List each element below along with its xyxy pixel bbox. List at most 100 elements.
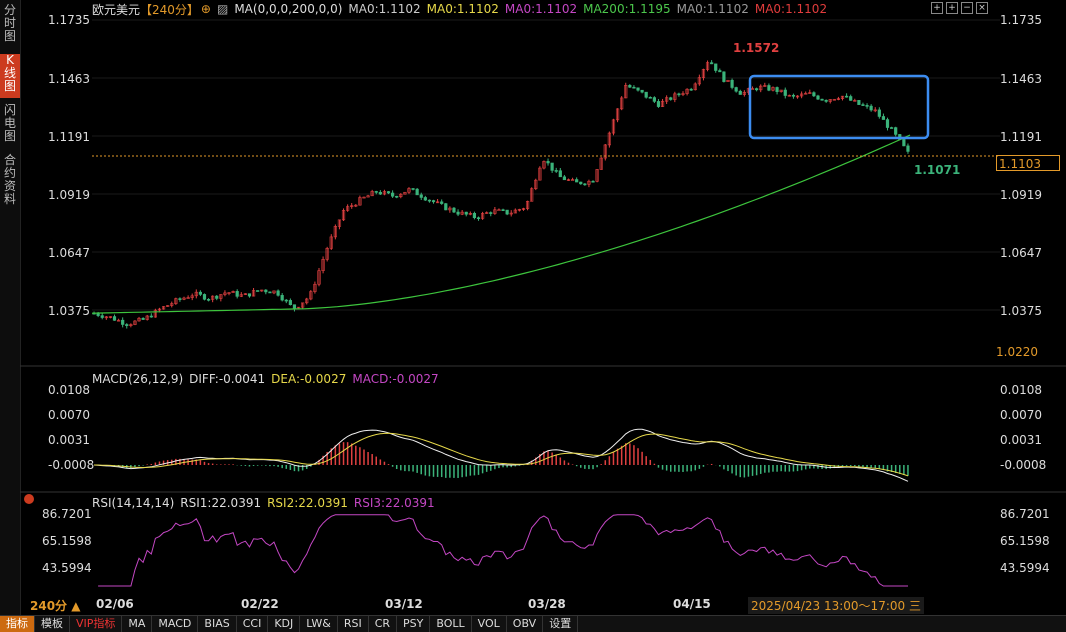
candle-body	[767, 85, 771, 91]
candle-body	[423, 197, 427, 201]
candle-body	[292, 304, 297, 310]
candle-body	[497, 209, 501, 212]
candle-body	[865, 105, 869, 107]
candle-body	[652, 97, 656, 102]
candle-body	[824, 99, 828, 102]
rsi-legend: RSI(14,14,14) RSI1:22.0391 RSI2:22.0391 …	[92, 495, 435, 511]
candle-body	[284, 299, 288, 302]
candle-body	[820, 98, 824, 101]
candle-body	[501, 209, 505, 212]
candle-body	[206, 299, 211, 301]
candle-body	[718, 70, 722, 73]
candle-body	[264, 289, 268, 293]
price-axis-left-6: 1.0375	[48, 304, 90, 318]
candle-body	[125, 324, 129, 326]
candle-body	[869, 105, 873, 111]
tab-obv[interactable]: OBV	[507, 616, 544, 632]
tab-settings[interactable]: 设置	[543, 616, 579, 632]
candle-body	[554, 170, 558, 172]
candle-body	[558, 170, 562, 178]
tab-indicators[interactable]: 指标	[0, 616, 35, 632]
candle-body	[783, 89, 787, 96]
rsi-title: RSI(14,14,14)	[92, 496, 175, 510]
macd-legend: MACD(26,12,9) DIFF:-0.0041 DEA:-0.0027 M…	[92, 371, 439, 387]
candle-body	[714, 63, 718, 71]
candle-body	[456, 211, 460, 215]
candle-body	[562, 176, 566, 181]
candle-body	[440, 201, 444, 204]
tab-boll[interactable]: BOLL	[430, 616, 472, 632]
candle-body	[906, 145, 910, 152]
date-tick-1: 02/06	[96, 597, 134, 611]
candle-body	[386, 191, 391, 194]
candle-body	[583, 183, 587, 186]
tab-rsi[interactable]: RSI	[338, 616, 369, 632]
rsi-axis-left-1: 86.7201	[42, 507, 92, 521]
candle-body	[816, 95, 820, 100]
tab-vip-indicators[interactable]: VIP指标	[70, 616, 123, 632]
candle-body	[288, 300, 292, 305]
candle-body	[755, 88, 759, 91]
macd-histogram	[97, 442, 909, 478]
tab-macd[interactable]: MACD	[152, 616, 199, 632]
macd-axis-right-3: 0.0031	[1000, 433, 1042, 447]
rsi-settings-icon[interactable]	[24, 494, 34, 504]
candle-body	[648, 96, 652, 99]
tab-templates[interactable]: 模板	[35, 616, 70, 632]
tab-cr[interactable]: CR	[369, 616, 398, 632]
candle-body	[791, 94, 796, 97]
rsi-line	[98, 514, 908, 587]
rsi-axis-right-3: 43.5994	[1000, 561, 1050, 575]
candle-body	[877, 109, 881, 117]
tab-kdj[interactable]: KDJ	[268, 616, 301, 632]
candle-body	[141, 317, 145, 320]
price-axis-left-2: 1.1463	[48, 72, 90, 86]
bottom-price-tag: 1.0220	[996, 345, 1038, 359]
candle-body	[632, 86, 636, 89]
candle-body	[628, 85, 632, 88]
macd-axis-left-1: 0.0108	[48, 383, 90, 397]
candle-body	[734, 87, 738, 92]
price-axis-right-4: 1.0919	[1000, 188, 1042, 202]
price-axis-left-5: 1.0647	[48, 246, 90, 260]
candle-body	[656, 101, 661, 107]
diff-line	[93, 428, 909, 482]
candle-body	[452, 207, 456, 213]
date-axis: 240分 ▲ 02/06 02/22 03/12 03/28 04/15 202…	[0, 597, 1066, 614]
macd-value: MACD:-0.0027	[352, 372, 439, 386]
candle-body	[902, 139, 906, 147]
tab-bias[interactable]: BIAS	[198, 616, 237, 632]
macd-axis-left-4: -0.0008	[48, 458, 95, 472]
macd-axis-left-3: 0.0031	[48, 433, 90, 447]
price-axis-right-2: 1.1463	[1000, 72, 1042, 86]
period-selector[interactable]: 240分 ▲	[30, 597, 80, 614]
candle-body	[215, 295, 219, 299]
candle-body	[419, 194, 423, 198]
candle-body	[427, 199, 432, 202]
price-axis-right-1: 1.1735	[1000, 13, 1042, 27]
candle-body	[689, 88, 693, 91]
tab-ma[interactable]: MA	[122, 616, 153, 632]
date-tick-3: 03/12	[385, 597, 423, 611]
candle-body	[100, 315, 104, 318]
price-axis-left-4: 1.0919	[48, 188, 90, 202]
rsi3-value: RSI3:22.0391	[353, 496, 435, 510]
price-axis-right-6: 1.0375	[1000, 304, 1042, 318]
tab-vol[interactable]: VOL	[472, 616, 507, 632]
candle-body	[235, 291, 239, 297]
tab-lwr[interactable]: LW&	[300, 616, 338, 632]
macd-dea: DEA:-0.0027	[271, 372, 347, 386]
ma200-line	[91, 134, 911, 314]
candle-body	[775, 87, 779, 92]
tab-cci[interactable]: CCI	[237, 616, 269, 632]
candle-body	[476, 217, 481, 219]
macd-axis-left-2: 0.0070	[48, 408, 90, 422]
candle-body	[546, 161, 550, 164]
candle-body	[640, 89, 644, 93]
candle-body	[280, 295, 284, 301]
candle-body	[885, 119, 890, 128]
candle-body	[669, 97, 673, 100]
candle-body	[738, 90, 742, 95]
tab-psy[interactable]: PSY	[397, 616, 431, 632]
candle-body	[472, 213, 477, 218]
